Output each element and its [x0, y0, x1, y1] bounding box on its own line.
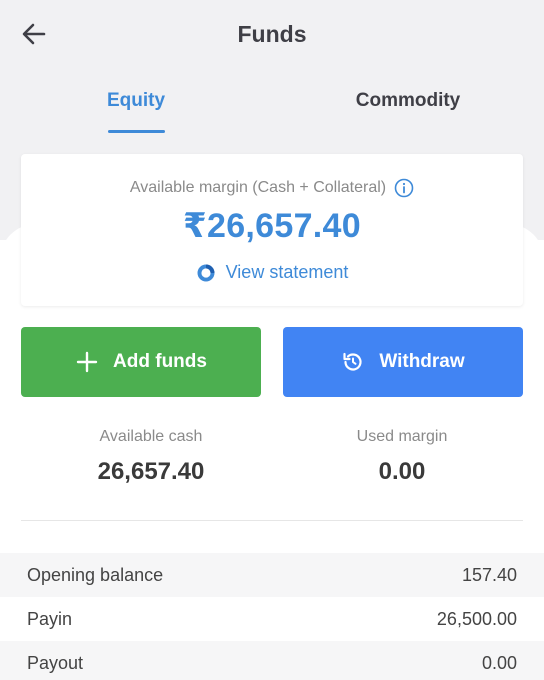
section-divider: [21, 520, 523, 521]
rotate-ccw-icon: [341, 350, 365, 374]
available-margin-label: Available margin (Cash + Collateral): [129, 179, 387, 196]
used-margin-label: Used margin: [356, 428, 448, 445]
console-logo-icon: [196, 263, 216, 283]
opening-balance-row: Opening balance 157.40: [0, 553, 544, 597]
app-header: Funds: [0, 0, 544, 72]
page-title: Funds: [237, 21, 307, 47]
available-cash-label: Available cash: [99, 428, 203, 445]
view-statement-link[interactable]: View statement: [21, 262, 523, 283]
info-icon[interactable]: [394, 178, 414, 198]
add-funds-label: Add funds: [113, 351, 207, 372]
funds-breakdown-list: Opening balance 157.40 Payin 26,500.00 P…: [0, 553, 544, 680]
tab-bar: Equity Commodity: [0, 80, 544, 136]
tab-equity[interactable]: Equity: [36, 80, 236, 136]
used-margin-value: 0.00: [378, 458, 426, 485]
tab-commodity[interactable]: Commodity: [308, 80, 508, 136]
row-label: Opening balance: [27, 564, 164, 585]
row-value: 157.40: [461, 564, 517, 585]
payout-row: Payout 0.00: [0, 641, 544, 680]
view-statement-label: View statement: [225, 262, 349, 282]
payin-row: Payin 26,500.00: [0, 597, 544, 641]
available-cash-stat: Available cash 26,657.40: [20, 428, 282, 486]
active-tab-indicator: [108, 130, 165, 133]
row-value: 26,500.00: [436, 608, 517, 629]
used-margin-stat: Used margin 0.00: [271, 428, 533, 486]
withdraw-label: Withdraw: [379, 351, 465, 372]
row-label: Payin: [27, 608, 73, 629]
row-label: Payout: [27, 652, 84, 673]
plus-icon: [75, 350, 99, 374]
available-margin-amount: ₹26,657.40: [183, 207, 361, 245]
withdraw-button[interactable]: Withdraw: [283, 327, 523, 397]
row-value: 0.00: [481, 652, 517, 673]
available-cash-value: 26,657.40: [97, 458, 205, 485]
margin-card: Available margin (Cash + Collateral) ₹26…: [21, 154, 523, 306]
margin-label-row: Available margin (Cash + Collateral): [21, 178, 523, 198]
add-funds-button[interactable]: Add funds: [21, 327, 261, 397]
